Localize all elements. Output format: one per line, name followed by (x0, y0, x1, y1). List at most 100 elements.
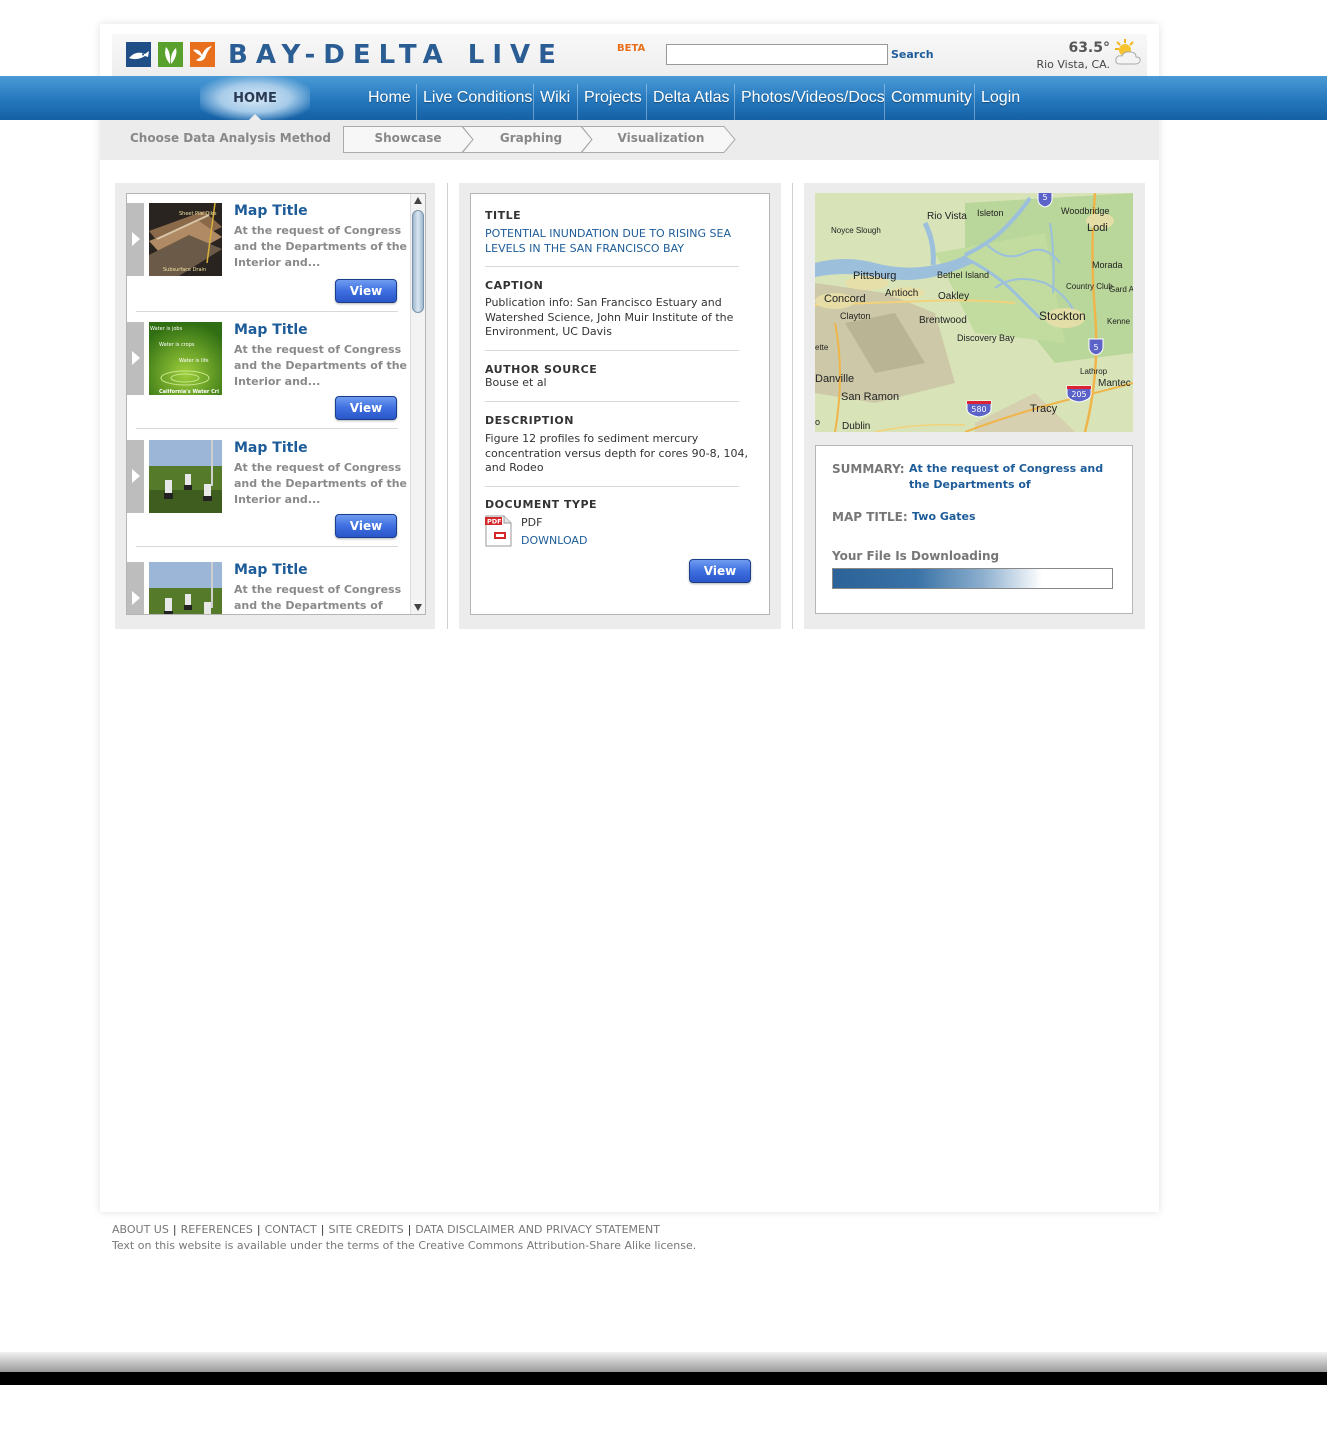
footer-link-about-us[interactable]: ABOUT US (112, 1223, 169, 1236)
map-place-label: Mantec (1098, 378, 1131, 389)
panel-divider (792, 183, 793, 629)
map-title-value: Two Gates (912, 510, 976, 523)
step-showcase[interactable]: Showcase (343, 126, 474, 153)
nav-item-photos-videos-docs[interactable]: Photos/Videos/Docs (735, 76, 891, 120)
details-panel: TITLE POTENTIAL INUNDATION DUE TO RISING… (459, 183, 781, 629)
nav-home-tab[interactable]: HOME (200, 76, 310, 120)
details-view-button[interactable]: View (689, 559, 751, 583)
step-graphing-label: Graphing (499, 131, 563, 145)
list-item-title[interactable]: Map Title (234, 440, 308, 456)
view-button[interactable]: View (335, 279, 397, 303)
caption-value: Publication info: San Francisco Estuary … (485, 296, 734, 338)
analysis-method-label: Choose Data Analysis Method (130, 131, 331, 145)
footer-links: ABOUT US | REFERENCES | CONTACT | SITE CREDITS… (112, 1223, 660, 1236)
thumb-caption: Water is life (179, 358, 209, 364)
list-item-title[interactable]: Map Title (234, 322, 308, 338)
footer-link-disclaimer[interactable]: DATA DISCLAIMER AND PRIVACY STATEMENT (415, 1223, 660, 1236)
document-type-value: PDF (521, 516, 543, 529)
map-thumbnail[interactable]: Water is jobs Water is crops Water is li… (149, 322, 222, 395)
nav-home-label: HOME (233, 91, 277, 106)
caption-label: CAPTION (485, 279, 544, 292)
scroll-down-arrow-icon[interactable] (414, 604, 422, 611)
expand-tab[interactable] (127, 562, 144, 614)
map-shield-label: 205 (1071, 390, 1086, 399)
map-place-label: Brentwood (919, 315, 967, 326)
step-visualization[interactable]: Visualization (581, 126, 737, 153)
list-item-description: At the request of Congress and the Depar… (234, 224, 408, 269)
map-place-label: Pittsburg (853, 270, 896, 282)
map-place-label: ette (815, 343, 829, 352)
footer-license-note: Text on this website is available under … (112, 1239, 697, 1252)
view-button[interactable]: View (335, 396, 397, 420)
nav-item-wiki[interactable]: Wiki (534, 76, 576, 120)
main-nav: HOME Home Live Conditions Wiki Projects … (0, 76, 1327, 120)
nav-item-projects[interactable]: Projects (578, 76, 648, 120)
map-place-label: Rio Vista (927, 211, 967, 222)
map-place-label: Country Club (1066, 282, 1113, 291)
download-progress-bar (832, 568, 1113, 589)
nav-item-delta-atlas[interactable]: Delta Atlas (647, 76, 735, 120)
map-thumbnail[interactable] (149, 562, 222, 615)
list-scrollbar[interactable] (410, 194, 425, 614)
list-item-description: At the request of Congress and the Depar… (234, 343, 408, 388)
map-place-label: Discovery Bay (957, 333, 1015, 343)
site-brand[interactable]: BAY-DELTA LIVE (228, 40, 564, 70)
title-label: TITLE (485, 209, 522, 222)
map-place-label: Isleton (977, 208, 1004, 218)
scroll-thumb[interactable] (412, 210, 424, 313)
step-showcase-label: Showcase (374, 131, 442, 145)
delta-map[interactable]: 5 5 580 205 Rio Vista Isleton Woodbridge… (815, 193, 1133, 432)
nav-item-home[interactable]: Home (362, 76, 417, 120)
site-header: BAY-DELTA LIVE BETA Search 63.5° Rio Vis… (112, 34, 1147, 76)
author-source-value: Bouse et al (485, 376, 547, 389)
browser-bottom-edge (0, 1372, 1327, 1385)
nav-item-community[interactable]: Community (885, 76, 978, 120)
expand-tab[interactable] (127, 203, 144, 276)
bird-logo-icon (190, 42, 215, 67)
weather-temperature: 63.5° (1068, 40, 1110, 56)
footer-link-contact[interactable]: CONTACT (265, 1223, 317, 1236)
list-item: Map Title At the request of Congress and… (127, 439, 409, 557)
search-input[interactable] (666, 44, 888, 65)
analysis-method-bar: Choose Data Analysis Method Showcase Gra… (100, 120, 1159, 160)
expand-tab[interactable] (127, 440, 144, 513)
thumb-caption: Water is jobs (150, 326, 183, 332)
map-panel: 5 5 580 205 Rio Vista Isleton Woodbridge… (804, 183, 1145, 629)
expand-arrow-icon (132, 469, 140, 483)
map-thumbnail[interactable] (149, 440, 222, 513)
leaf-logo-icon (158, 42, 183, 67)
thumb-caption: Water is crops (159, 342, 195, 348)
map-place-label: Noyce Slough (831, 226, 881, 235)
map-place-label: Lodi (1087, 222, 1108, 234)
map-thumbnail[interactable]: Sheet Pile Dike Subsurface Drain (149, 203, 222, 276)
list-item-description: At the request of Congress and the Depar… (234, 583, 402, 612)
list-item-title[interactable]: Map Title (234, 562, 308, 578)
map-place-label: Lathrop (1080, 367, 1108, 376)
fish-logo-icon (126, 42, 151, 67)
download-link[interactable]: DOWNLOAD (521, 534, 621, 549)
list-item: Sheet Pile Dike Subsurface Drain Map Tit… (127, 202, 409, 320)
detail-divider (485, 486, 739, 487)
map-place-label: Antioch (885, 288, 918, 299)
author-source-label: AUTHOR SOURCE (485, 363, 598, 376)
download-status-text: Your File Is Downloading (832, 549, 1000, 563)
scroll-up-arrow-icon[interactable] (414, 197, 422, 204)
map-list[interactable]: Sheet Pile Dike Subsurface Drain Map Tit… (126, 193, 426, 615)
expand-arrow-icon (132, 591, 140, 605)
nav-item-live-conditions[interactable]: Live Conditions (417, 76, 538, 120)
detail-divider (485, 266, 739, 267)
summary-label: SUMMARY: (832, 462, 905, 476)
map-shield-label: 5 (1093, 343, 1098, 352)
view-button[interactable]: View (335, 514, 397, 538)
nav-item-login[interactable]: Login (975, 76, 1026, 120)
pdf-file-icon: PDF (485, 515, 512, 547)
map-place-label: Danville (815, 373, 854, 385)
map-place-label: Woodbridge (1061, 206, 1109, 216)
step-graphing[interactable]: Graphing (462, 126, 593, 153)
expand-tab[interactable] (127, 322, 144, 395)
footer-link-site-credits[interactable]: SITE CREDITS (328, 1223, 403, 1236)
details-card: TITLE POTENTIAL INUNDATION DUE TO RISING… (470, 193, 770, 615)
footer-link-references[interactable]: REFERENCES (181, 1223, 253, 1236)
search-button[interactable]: Search (891, 48, 934, 61)
list-item-title[interactable]: Map Title (234, 203, 308, 219)
